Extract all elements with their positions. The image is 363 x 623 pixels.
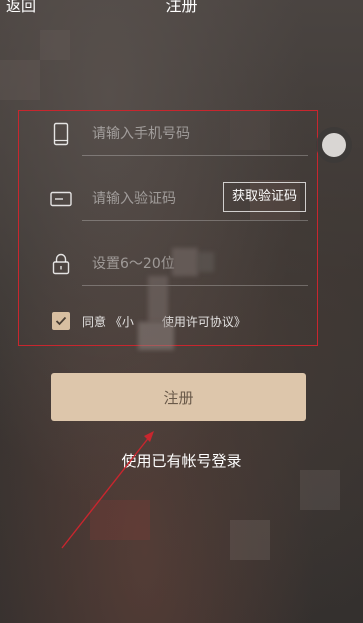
lock-icon (46, 250, 76, 278)
card-icon (46, 185, 76, 213)
phone-row (46, 112, 308, 156)
code-row: 获取验证码 (46, 177, 308, 221)
code-underline (82, 220, 308, 221)
login-with-existing-account-link[interactable]: 使用已有帐号登录 (0, 450, 363, 471)
register-button[interactable]: 注册 (51, 373, 306, 421)
code-input[interactable] (92, 185, 212, 213)
password-underline (82, 285, 308, 286)
redaction-mask (172, 248, 198, 276)
get-code-button[interactable]: 获取验证码 (222, 182, 306, 212)
phone-input[interactable] (92, 120, 292, 148)
page-title: 注册 (165, 0, 198, 15)
floating-assistive-button[interactable] (316, 127, 352, 163)
agree-checkbox[interactable] (52, 312, 70, 330)
floating-button-knob (322, 133, 346, 157)
agreement-link[interactable]: 使用许可协议》 (162, 315, 246, 329)
redaction-mask (138, 322, 174, 350)
agreement-prefix: 同意 《小 (82, 314, 134, 329)
redaction-mask (148, 276, 168, 322)
phone-icon (46, 120, 76, 148)
redaction-mask (198, 252, 214, 272)
header: 返回 注册 (0, 0, 363, 18)
phone-underline (82, 155, 308, 156)
check-icon (55, 316, 67, 326)
